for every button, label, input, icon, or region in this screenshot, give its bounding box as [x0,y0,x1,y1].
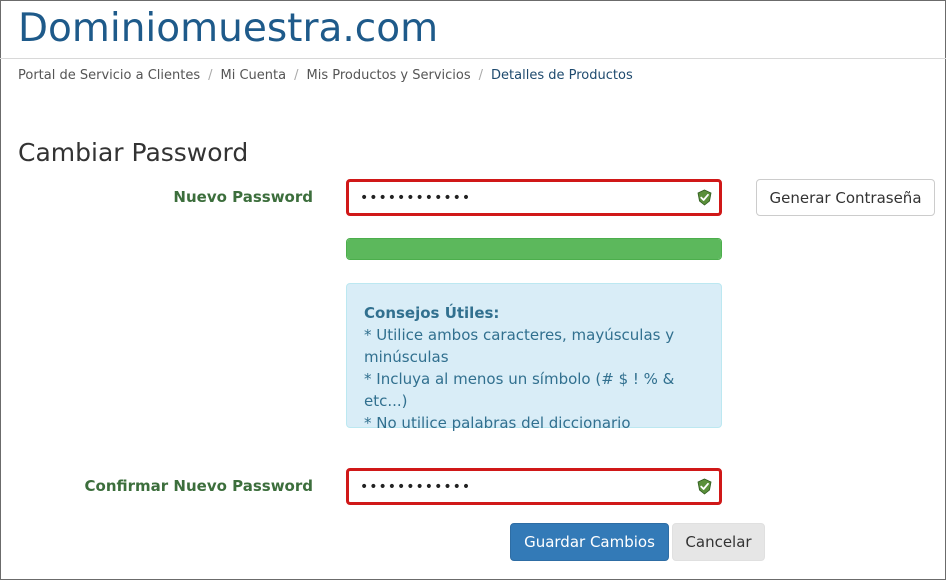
header-divider [0,58,946,59]
tip-item: * No utilice palabras del diccionario [364,414,631,432]
breadcrumb-separator: / [478,68,484,83]
tip-item: * Incluya al menos un símbolo (# $ ! % &… [364,370,675,410]
check-shield-icon [697,478,712,495]
new-password-input[interactable] [349,182,719,213]
breadcrumb-item-products[interactable]: Mis Productos y Servicios [306,68,470,83]
check-shield-icon [697,189,712,206]
password-strength-meter [346,238,722,260]
site-title[interactable]: Dominiomuestra.com [18,6,438,51]
breadcrumb-item-portal[interactable]: Portal de Servicio a Clientes [18,68,200,83]
page-title: Cambiar Password [18,138,249,167]
new-password-field-wrapper [346,179,722,216]
tips-panel: Consejos Útiles: * Utilice ambos caracte… [346,283,722,432]
cancel-button[interactable]: Cancelar [672,523,765,561]
confirm-password-field-wrapper [346,468,722,505]
tips-title: Consejos Útiles: [364,304,500,322]
breadcrumb-item-account[interactable]: Mi Cuenta [221,68,287,83]
breadcrumb: Portal de Servicio a Clientes / Mi Cuenta /… [18,68,633,83]
password-strength-fill [347,239,721,259]
generate-password-button[interactable]: Generar Contraseña [756,179,935,216]
tip-item: * Utilice ambos caracteres, mayúsculas y… [364,326,675,366]
breadcrumb-separator: / [208,68,213,83]
confirm-password-input[interactable] [349,471,719,502]
confirm-password-label: Confirmar Nuevo Password [84,477,313,495]
new-password-label: Nuevo Password [173,188,313,206]
breadcrumb-item-current: Detalles de Productos [491,68,633,83]
breadcrumb-separator: / [294,68,299,83]
save-changes-button[interactable]: Guardar Cambios [510,523,669,561]
